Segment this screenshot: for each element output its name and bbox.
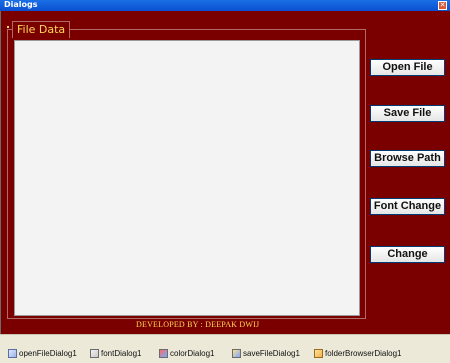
color-dialog-icon xyxy=(159,348,168,358)
tray-item-label: fontDialog1 xyxy=(101,348,142,358)
save-file-dialog-icon xyxy=(232,348,241,358)
save-file-button[interactable]: Save File xyxy=(370,105,445,122)
tray-item-fontdialog1[interactable]: fontDialog1 xyxy=(90,347,141,359)
tray-item-label: colorDialog1 xyxy=(170,348,215,358)
group-title: File Data xyxy=(12,21,71,38)
window-title-bar[interactable]: Dialogs ✕ xyxy=(0,0,450,11)
browse-path-button[interactable]: Browse Path xyxy=(370,150,445,167)
close-icon: ✕ xyxy=(439,1,446,9)
file-data-groupbox: File Data xyxy=(7,21,366,319)
tray-item-openfiledialog1[interactable]: openFileDialog1 xyxy=(8,347,77,359)
folder-browser-dialog-icon xyxy=(314,348,323,358)
tray-item-label: folderBrowserDialog1 xyxy=(325,348,402,358)
tray-item-savefiledialog1[interactable]: saveFileDialog1 xyxy=(232,347,300,359)
component-tray: openFileDialog1 fontDialog1 colorDialog1… xyxy=(0,334,450,363)
file-data-textarea[interactable] xyxy=(14,40,360,316)
font-change-button[interactable]: Font Change xyxy=(370,198,445,215)
tray-item-label: saveFileDialog1 xyxy=(243,348,300,358)
tray-item-folderbrowserdialog1[interactable]: folderBrowserDialog1 xyxy=(314,347,401,359)
open-file-dialog-icon xyxy=(8,348,17,358)
tray-item-label: openFileDialog1 xyxy=(19,348,77,358)
tray-item-colordialog1[interactable]: colorDialog1 xyxy=(159,347,214,359)
window-title: Dialogs xyxy=(4,0,38,9)
form-surface: File Data Open File Save File Browse Pat… xyxy=(0,11,450,334)
open-file-button[interactable]: Open File xyxy=(370,59,445,76)
change-button[interactable]: Change xyxy=(370,246,445,263)
close-button[interactable]: ✕ xyxy=(438,1,447,10)
selection-marker-icon xyxy=(7,26,9,28)
font-dialog-icon xyxy=(90,348,99,358)
developer-credit: DEVELOPED BY : DEEPAK DWIJ xyxy=(136,320,260,329)
